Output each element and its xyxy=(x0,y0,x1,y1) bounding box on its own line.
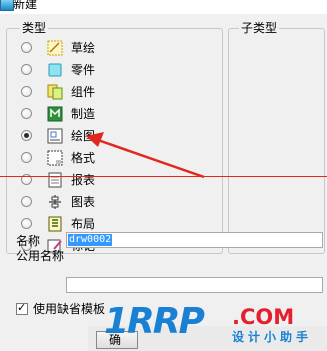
annotation-arrow-icon xyxy=(86,132,205,179)
